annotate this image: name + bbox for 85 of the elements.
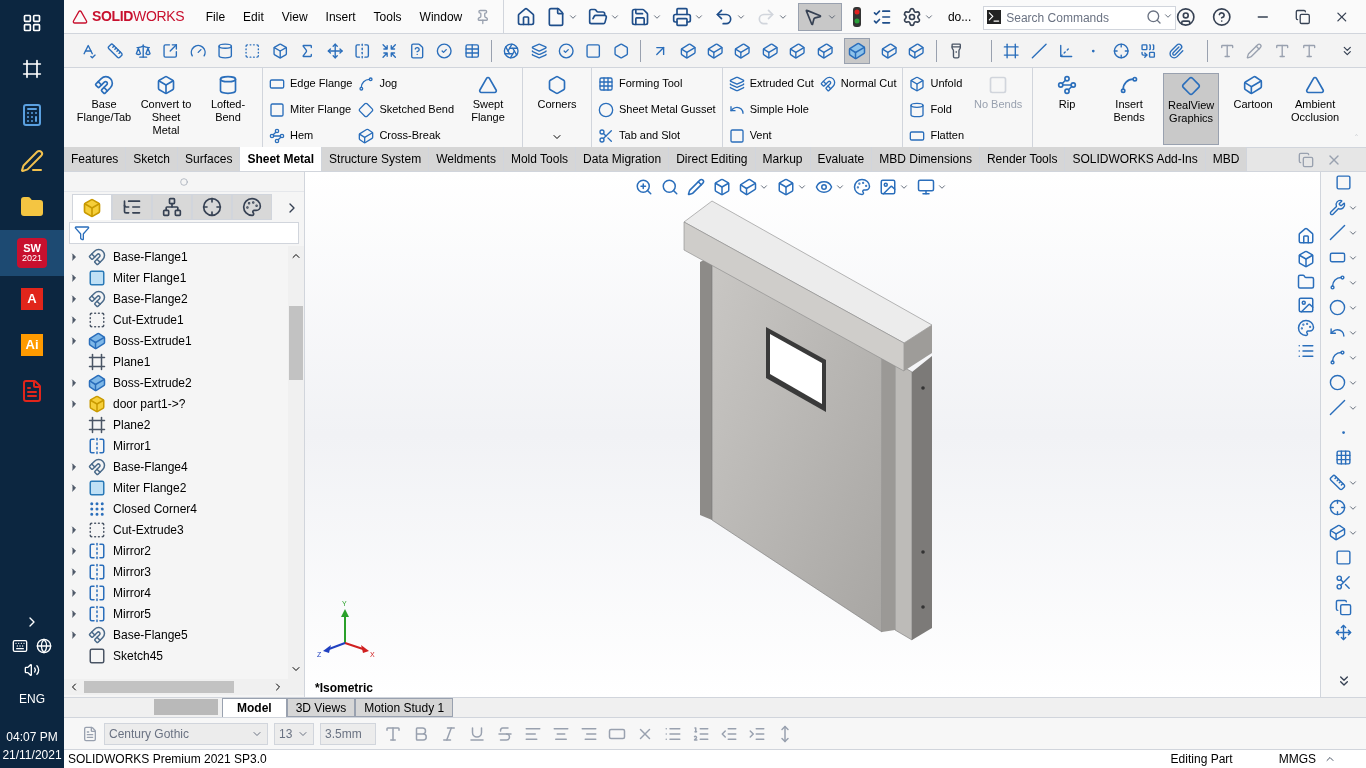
ribbon-button[interactable]: Sheet Metal Gusset	[598, 99, 716, 120]
command-tab[interactable]: Render Tools	[979, 147, 1066, 171]
command-tab[interactable]: Sheet Metal	[240, 147, 323, 171]
menu-item[interactable]: Insert	[316, 7, 365, 26]
tree-item[interactable]: Boss-Extrude1	[113, 331, 192, 350]
tree-item[interactable]: Miter Flange2	[113, 478, 187, 497]
ribbon-button[interactable]: Ambient Occlusion	[1287, 73, 1344, 145]
tree-item[interactable]: Sketch45	[113, 646, 164, 665]
tree-item[interactable]: Cut-Extrude1	[113, 310, 184, 329]
ribbon-button[interactable]: Corners	[529, 73, 585, 145]
ribbon-button[interactable]: Cartoon	[1225, 73, 1282, 145]
ribbon-button[interactable]: Vent	[728, 125, 814, 146]
tree-item[interactable]: Base-Flange4	[113, 457, 188, 476]
model-tab[interactable]: 3D Views	[286, 698, 356, 717]
document-name: do...	[947, 8, 972, 26]
height-field[interactable]: 3.5mm	[320, 722, 376, 745]
language-indicator[interactable]: ENG	[19, 690, 45, 708]
tree-item[interactable]: Closed Corner4	[113, 499, 198, 518]
command-tab[interactable]: Features	[64, 147, 127, 171]
ribbon-button[interactable]: Hem	[269, 125, 353, 146]
command-tab[interactable]: Mold Tools	[503, 147, 577, 171]
ribbon-button[interactable]: Extruded Cut	[728, 73, 814, 94]
command-tab[interactable]: Markup	[755, 147, 811, 171]
ribbon-button[interactable]: Tab and Slot	[598, 125, 716, 146]
ribbon-button[interactable]: Cross-Break	[358, 125, 454, 146]
menu-item[interactable]: Window	[410, 7, 472, 26]
ribbon-button[interactable]: Normal Cut	[819, 73, 897, 94]
tree-item[interactable]: Mirror1	[113, 436, 151, 455]
command-tab[interactable]: Structure System	[322, 147, 430, 171]
ribbon-button[interactable]: Forming Tool	[598, 73, 716, 94]
ribbon-button[interactable]: Sketched Bend	[358, 99, 454, 120]
command-tab[interactable]: Data Migration	[576, 147, 670, 171]
tree-item[interactable]: Cut-Extrude3	[113, 520, 184, 539]
command-tab[interactable]: MBD Dimensions	[872, 147, 980, 171]
ribbon-button[interactable]: Lofted-Bend	[200, 73, 256, 145]
command-tab[interactable]: Sketch	[126, 147, 179, 171]
ribbon-button[interactable]: RealView Graphics	[1163, 73, 1220, 145]
ribbon-button[interactable]: Rip	[1039, 73, 1096, 145]
search-field[interactable]: Search Commands	[983, 5, 1177, 30]
menu-item[interactable]: File	[196, 7, 235, 26]
command-tab[interactable]: Surfaces	[178, 147, 241, 171]
model-tab[interactable]: Motion Study 1	[355, 698, 454, 717]
command-tab[interactable]: Weldments	[429, 147, 504, 171]
menu-item[interactable]: View	[272, 7, 317, 26]
clock-date[interactable]: 21/11/2021	[2, 746, 62, 764]
ribbon-button[interactable]: Edge Flange	[269, 73, 353, 94]
ribbon-button[interactable]: Fold	[909, 99, 965, 120]
tree-item[interactable]: Plane1	[113, 352, 151, 371]
tree-item[interactable]: Plane2	[113, 415, 151, 434]
command-tab[interactable]: Evaluate	[810, 147, 873, 171]
ribbon-button[interactable]: Swept Flange	[460, 73, 516, 145]
tree-item[interactable]: Miter Flange1	[113, 268, 187, 287]
size-dropdown[interactable]: 13	[274, 722, 314, 745]
ribbon-button[interactable]: Simple Hole	[728, 99, 814, 120]
clock-time[interactable]: 04:07 PM	[6, 728, 58, 746]
command-tab[interactable]: Direct Editing	[669, 147, 756, 171]
status-units[interactable]: MMGS	[1278, 750, 1316, 768]
font-dropdown[interactable]: Century Gothic	[104, 722, 268, 745]
menu-item[interactable]: Tools	[364, 7, 411, 26]
tree-item[interactable]: Mirror3	[113, 562, 151, 581]
status-mode: Editing Part	[1170, 751, 1233, 768]
ribbon-button[interactable]: Jog	[358, 73, 454, 94]
ribbon-button[interactable]: Miter Flange	[269, 99, 353, 120]
tree-item[interactable]: Mirror5	[113, 604, 151, 623]
menu-item[interactable]: Edit	[234, 7, 273, 26]
ribbon-button[interactable]: Unfold	[909, 73, 965, 94]
ribbon-button[interactable]: Insert Bends	[1101, 73, 1158, 145]
app-button[interactable]: SW 2021	[17, 238, 47, 268]
tree-item[interactable]: Boss-Extrude2	[113, 373, 192, 392]
tree-item[interactable]: Base-Flange5	[113, 625, 188, 644]
app-logo: SOLIDWORKS	[92, 7, 185, 26]
tree-item[interactable]: Base-Flange1	[113, 247, 188, 266]
status-product: SOLIDWORKS Premium 2021 SP3.0	[67, 751, 267, 768]
tree-item[interactable]: Mirror2	[113, 541, 151, 560]
command-tab[interactable]: MBD	[1205, 147, 1248, 171]
tree-item[interactable]: door part1->?	[113, 394, 186, 413]
tree-item[interactable]: Mirror4	[113, 583, 151, 602]
app-button[interactable]: A	[21, 288, 43, 310]
ribbon-button[interactable]: Convert to Sheet Metal	[138, 73, 194, 145]
ribbon-button[interactable]: Flatten	[909, 125, 965, 146]
command-tab[interactable]: SOLIDWORKS Add-Ins	[1065, 147, 1206, 171]
model-tab[interactable]: Model	[222, 698, 287, 717]
tree-item[interactable]: Base-Flange2	[113, 289, 188, 308]
view-name: *Isometric	[315, 680, 374, 697]
ribbon-button[interactable]: Base Flange/Tab	[76, 73, 132, 145]
